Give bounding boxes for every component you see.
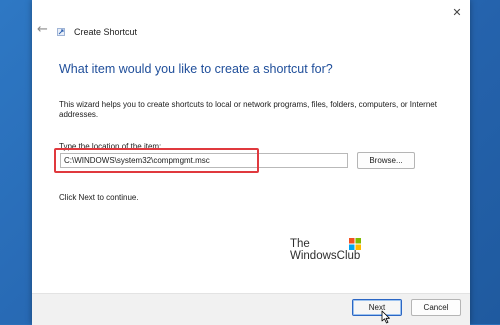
back-arrow-icon[interactable]: ← — [37, 23, 48, 37]
highlight-box — [54, 148, 259, 173]
next-button[interactable]: Next — [352, 299, 402, 316]
continue-hint: Click Next to continue. — [59, 193, 139, 202]
watermark-line1: The — [290, 238, 310, 250]
windows-logo-icon — [349, 238, 361, 250]
wizard-heading: What item would you like to create a sho… — [59, 62, 333, 76]
mouse-cursor-icon — [381, 310, 390, 324]
shortcut-app-icon — [57, 28, 65, 36]
window-title: Create Shortcut — [74, 27, 138, 37]
browse-button[interactable]: Browse... — [357, 152, 415, 169]
title-bar: ← Create Shortcut ✕ — [32, 0, 470, 37]
close-icon[interactable]: ✕ — [448, 5, 466, 21]
watermark-line2: WindowsClub — [290, 250, 361, 262]
wizard-description: This wizard helps you to create shortcut… — [59, 100, 437, 119]
cancel-button[interactable]: Cancel — [411, 299, 461, 316]
dialog-footer — [32, 293, 470, 325]
create-shortcut-dialog: ← Create Shortcut ✕ What item would you … — [32, 0, 470, 325]
